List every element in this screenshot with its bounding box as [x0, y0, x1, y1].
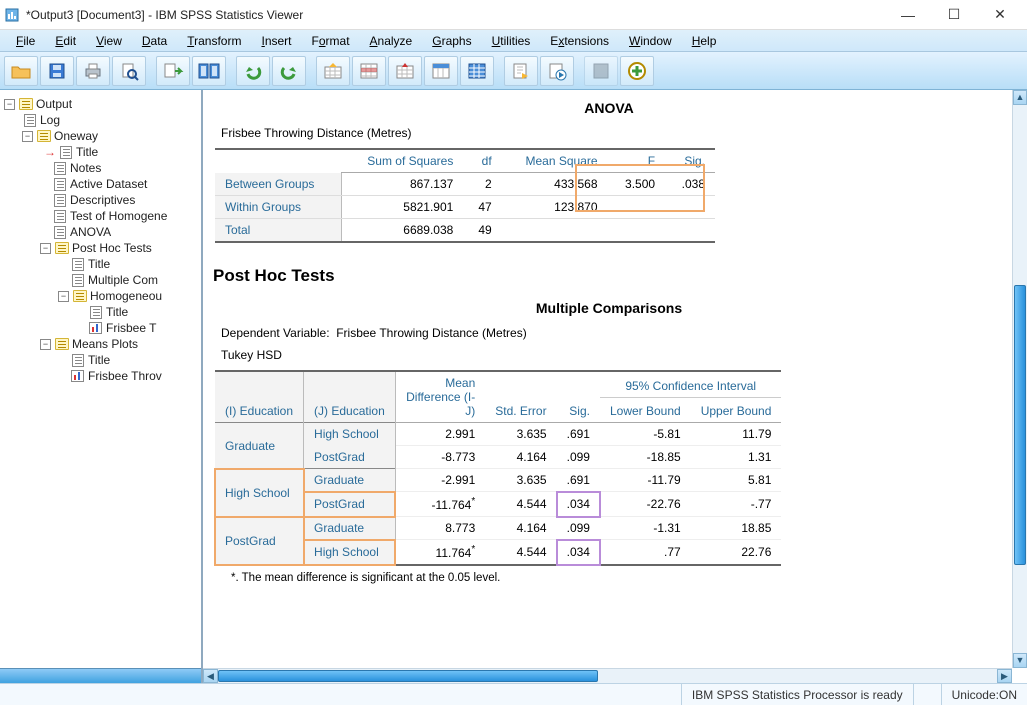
mc-row: GraduateHigh School2.9913.635.691-5.8111…	[215, 423, 781, 446]
goto-data-button[interactable]	[316, 56, 350, 86]
menu-file[interactable]: File	[6, 32, 45, 50]
menu-utilities[interactable]: Utilities	[482, 32, 541, 50]
tree-ph-mc[interactable]: Multiple Com	[4, 272, 199, 288]
goto-case-button[interactable]	[352, 56, 386, 86]
row-total: Total 6689.03849	[215, 219, 715, 243]
anova-heading: ANOVA	[207, 100, 1011, 116]
export-button[interactable]	[156, 56, 190, 86]
col-f: F	[608, 149, 666, 173]
mc-footnote: *. The mean difference is significant at…	[231, 572, 1011, 584]
tree-active-dataset[interactable]: Active Dataset	[4, 176, 199, 192]
menu-insert[interactable]: Insert	[251, 32, 301, 50]
statusbar: IBM SPSS Statistics Processor is ready U…	[0, 683, 1027, 705]
tree-m-title[interactable]: Title	[4, 352, 199, 368]
menu-view[interactable]: View	[86, 32, 132, 50]
maximize-button[interactable]: ☐	[931, 1, 977, 29]
select-cases-button[interactable]	[460, 56, 494, 86]
menu-data[interactable]: Data	[132, 32, 177, 50]
save-button[interactable]	[40, 56, 74, 86]
tree-log[interactable]: Log	[4, 112, 199, 128]
tree-descriptives[interactable]: Descriptives	[4, 192, 199, 208]
tree-ph-hs-frisbee[interactable]: Frisbee T	[4, 320, 199, 336]
redo-button[interactable]	[272, 56, 306, 86]
add-button[interactable]	[620, 56, 654, 86]
status-unicode: Unicode:ON	[941, 684, 1027, 705]
tree-oneway[interactable]: −Oneway	[4, 128, 199, 144]
mc-method: Tukey HSD	[221, 348, 1011, 362]
tree-ph-hs[interactable]: −Homogeneou	[4, 288, 199, 304]
tree-homogeneity[interactable]: Test of Homogene	[4, 208, 199, 224]
row-within: Within Groups 5821.90147 123.870	[215, 196, 715, 219]
window-title: *Output3 [Document3] - IBM SPSS Statisti…	[26, 8, 885, 22]
menu-window[interactable]: Window	[619, 32, 682, 50]
mc-row: High SchoolGraduate-2.9913.635.691-11.79…	[215, 469, 781, 492]
tree-m-frisbee[interactable]: Frisbee Throv	[4, 368, 199, 384]
minimize-button[interactable]: —	[885, 1, 931, 29]
status-empty	[913, 684, 941, 705]
tree-ph-title[interactable]: Title	[4, 256, 199, 272]
tree-anova[interactable]: ANOVA	[4, 224, 199, 240]
outline-hscroll[interactable]	[0, 668, 201, 683]
menu-graphs[interactable]: Graphs	[422, 32, 481, 50]
tree-notes[interactable]: Notes	[4, 160, 199, 176]
designate-window-button[interactable]	[584, 56, 618, 86]
menu-analyze[interactable]: Analyze	[360, 32, 423, 50]
tree-ph-hs-title[interactable]: Title	[4, 304, 199, 320]
variables-button[interactable]	[424, 56, 458, 86]
mc-row: PostGradGraduate8.7734.164.099-1.3118.85	[215, 517, 781, 540]
menu-extensions[interactable]: Extensions	[540, 32, 619, 50]
anova-table[interactable]: Sum of Squares df Mean Square F Sig. Bet…	[215, 148, 715, 243]
anova-dv: Frisbee Throwing Distance (Metres)	[221, 126, 1011, 140]
outline-pane: −Output Log −Oneway →Title Notes Active …	[0, 90, 203, 683]
menu-format[interactable]: Format	[302, 32, 360, 50]
col-sig: Sig.	[665, 149, 715, 173]
app-icon	[4, 7, 20, 23]
status-ready: IBM SPSS Statistics Processor is ready	[681, 684, 913, 705]
col-df: df	[463, 149, 501, 173]
mc-table[interactable]: (I) Education (J) Education Mean Differe…	[215, 370, 781, 566]
viewer-hscroll[interactable]: ◀ ▶	[203, 668, 1012, 683]
menu-help[interactable]: Help	[682, 32, 727, 50]
print-button[interactable]	[76, 56, 110, 86]
close-button[interactable]: ✕	[977, 1, 1023, 29]
titlebar: *Output3 [Document3] - IBM SPSS Statisti…	[0, 0, 1027, 30]
menu-edit[interactable]: Edit	[45, 32, 86, 50]
col-ss: Sum of Squares	[341, 149, 463, 173]
dialog-recall-button[interactable]	[192, 56, 226, 86]
run-button[interactable]	[540, 56, 574, 86]
tree-title[interactable]: →Title	[4, 144, 199, 160]
preview-button[interactable]	[112, 56, 146, 86]
posthoc-heading: Post Hoc Tests	[213, 266, 1011, 286]
mc-heading: Multiple Comparisons	[207, 300, 1011, 316]
mc-dv: Dependent Variable: Frisbee Throwing Dis…	[221, 326, 1011, 340]
menubar: File Edit View Data Transform Insert For…	[0, 30, 1027, 52]
open-button[interactable]	[4, 56, 38, 86]
tree-posthoc[interactable]: −Post Hoc Tests	[4, 240, 199, 256]
viewer-pane: ANOVA Frisbee Throwing Distance (Metres)…	[203, 90, 1027, 683]
undo-button[interactable]	[236, 56, 270, 86]
goto-variable-button[interactable]	[388, 56, 422, 86]
tree-output[interactable]: −Output	[4, 96, 199, 112]
toolbar	[0, 52, 1027, 90]
menu-transform[interactable]: Transform	[177, 32, 251, 50]
col-ms: Mean Square	[502, 149, 608, 173]
tree-means[interactable]: −Means Plots	[4, 336, 199, 352]
row-between: Between Groups 867.1372 433.5683.500.038	[215, 173, 715, 196]
viewer-vscroll[interactable]: ▲ ▼	[1012, 90, 1027, 668]
run-pending-button[interactable]	[504, 56, 538, 86]
